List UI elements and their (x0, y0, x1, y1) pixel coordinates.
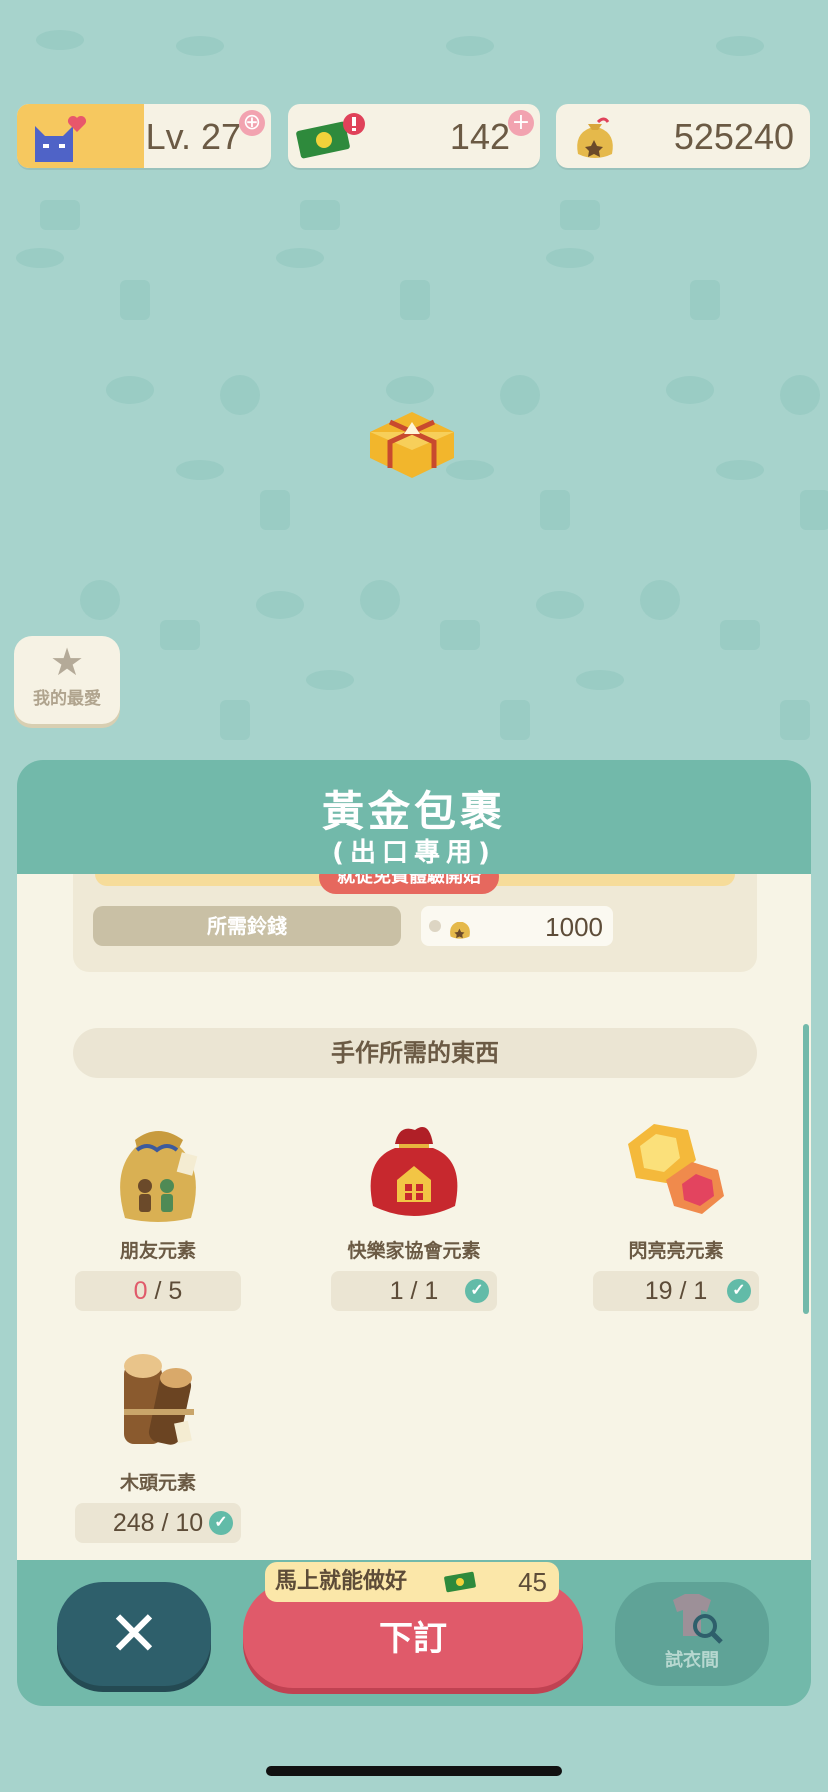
sparkly-gem-icon (628, 1124, 724, 1214)
check-icon: ✓ (209, 1511, 233, 1535)
material-have: 248 (112, 1509, 155, 1537)
material-name: 快樂家協會元素 (347, 1240, 481, 1262)
material-count: 248 / 10 ✓ (75, 1503, 241, 1543)
material-count: 19 / 1 ✓ (593, 1271, 759, 1311)
material-have: 19 (644, 1277, 673, 1305)
level-text: Lv. 27 (145, 116, 241, 157)
check-icon: ✓ (465, 1279, 489, 1303)
material-name: 朋友元素 (119, 1240, 196, 1262)
scrollbar[interactable] (803, 1024, 809, 1314)
material-need: / 5 (154, 1277, 183, 1305)
bell-bag-icon (450, 922, 470, 939)
star-icon: ★ (49, 640, 85, 684)
home-indicator[interactable] (266, 1766, 562, 1776)
bell-bag-icon (577, 117, 613, 158)
material-need: / 1 (410, 1277, 439, 1305)
leaf-ticket-display[interactable]: 142 + (288, 104, 540, 168)
add-tickets-button[interactable]: + (508, 110, 534, 136)
material-name: 閃亮亮元素 (628, 1240, 724, 1262)
info-card: 就從免費體驗開始 所需鈴錢 1000 (73, 874, 757, 972)
cost-value: 1000 (545, 912, 603, 942)
fitting-room-icon (673, 1594, 723, 1644)
fitting-room-label: 試衣間 (665, 1650, 719, 1671)
level-info-icon[interactable]: ⊕ (239, 110, 265, 136)
material-have: 0 (133, 1277, 148, 1305)
leaf-ticket-icon (296, 113, 365, 159)
check-icon: ✓ (727, 1279, 751, 1303)
cost-dot (429, 920, 441, 932)
material-need: / 10 (161, 1509, 204, 1537)
instant-craft-cost: 45 (518, 1567, 547, 1597)
leaf-ticket-icon (444, 1571, 476, 1593)
happy-home-bag-icon (370, 1127, 458, 1216)
bells-display[interactable]: 525240 (556, 104, 810, 168)
material-count: 1 / 1 ✓ (331, 1271, 497, 1311)
material-count: 0 / 5 (75, 1271, 241, 1311)
instant-craft-label: 馬上就能做好 (275, 1569, 408, 1594)
favorites-button[interactable]: ★ 我的最愛 (14, 636, 120, 724)
cat-avatar-icon (35, 116, 86, 162)
wood-essence-icon (124, 1354, 194, 1445)
bells-count: 525240 (673, 116, 794, 157)
golden-package-icon[interactable] (362, 402, 462, 482)
level-display[interactable]: Lv. 27 ⊕ (17, 104, 271, 168)
material-need: / 1 (679, 1277, 708, 1305)
cost-label: 所需鈴錢 (93, 906, 401, 946)
fitting-room-button[interactable]: 試衣間 (615, 1582, 769, 1686)
material-happy-home[interactable]: 快樂家協會元素 1 / 1 ✓ (329, 1110, 499, 1311)
materials-header: 手作所需的東西 (73, 1028, 757, 1078)
material-sparkly[interactable]: 閃亮亮元素 19 / 1 ✓ (591, 1110, 761, 1311)
crafting-panel: 黃金包裹 (出口專用) 就從免費體驗開始 所需鈴錢 1000 手作所需的東西 朋… (17, 760, 811, 1706)
cost-value-box: 1000 (421, 906, 613, 946)
instant-craft-pill[interactable]: 馬上就能做好 45 (265, 1562, 559, 1602)
favorites-label: 我的最愛 (33, 689, 101, 709)
free-trial-label[interactable]: 就從免費體驗開始 (319, 874, 499, 894)
panel-content[interactable]: 就從免費體驗開始 所需鈴錢 1000 手作所需的東西 朋友元素 0 / 5 快樂… (17, 874, 811, 1560)
item-subtitle: (出口專用) (332, 838, 496, 868)
close-button[interactable]: ✕ (57, 1582, 211, 1686)
friend-essence-bag-icon (120, 1131, 198, 1222)
material-name: 木頭元素 (119, 1472, 196, 1494)
leaf-ticket-count: 142 (449, 116, 510, 157)
material-have: 1 (389, 1277, 404, 1305)
item-title: 黃金包裹 (321, 787, 506, 836)
material-friend[interactable]: 朋友元素 0 / 5 (73, 1110, 243, 1311)
material-wood[interactable]: 木頭元素 248 / 10 ✓ (73, 1342, 243, 1543)
